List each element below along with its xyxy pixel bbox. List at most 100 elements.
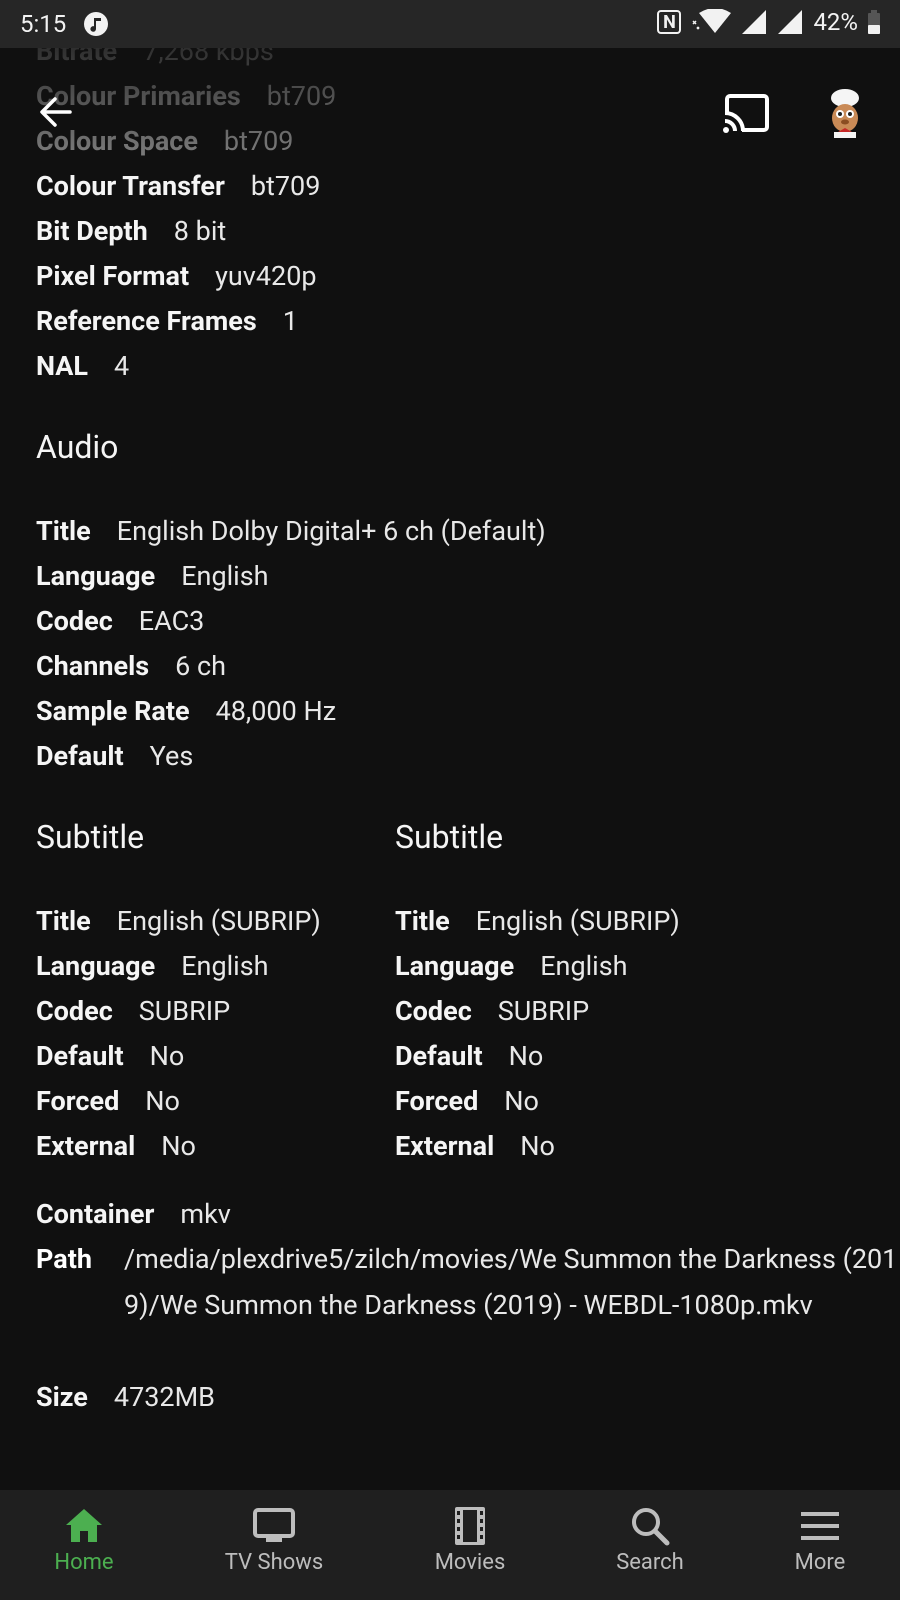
subtitle-2-section-title: Subtitle <box>395 818 504 856</box>
info-row: NAL 4 <box>36 343 129 389</box>
status-bar: 5:15 N 42% <box>0 0 900 48</box>
info-row: Forced No <box>395 1078 539 1124</box>
info-label: Title <box>36 515 91 547</box>
info-value: English <box>540 950 628 982</box>
info-value: English <box>181 560 269 592</box>
info-row: Codec SUBRIP <box>395 988 589 1034</box>
info-row: External No <box>395 1123 555 1169</box>
nav-tv-shows[interactable]: TV Shows <box>194 1490 354 1600</box>
info-value: No <box>161 1130 196 1162</box>
nav-label: More <box>794 1550 846 1575</box>
film-icon <box>455 1507 485 1545</box>
info-value: 1 <box>282 305 298 337</box>
nav-search[interactable]: Search <box>570 1490 730 1600</box>
subtitle-1-section-title: Subtitle <box>36 818 145 856</box>
chef-avatar-icon[interactable] <box>820 88 870 138</box>
info-label: Container <box>36 1198 155 1230</box>
info-row: Language English <box>36 943 269 989</box>
info-row: Forced No <box>36 1078 180 1124</box>
info-label: Channels <box>36 650 150 682</box>
info-row: Codec SUBRIP <box>36 988 230 1034</box>
info-label: Language <box>395 950 515 982</box>
info-label: Size <box>36 1381 88 1413</box>
info-value: 4 <box>114 350 130 382</box>
info-label: Path <box>36 1243 92 1275</box>
nav-label: Home <box>54 1550 114 1575</box>
media-info-content[interactable]: Bitrate7,268 kbpsColour Primariesbt709Co… <box>0 0 900 1490</box>
info-row: Language English <box>36 553 269 599</box>
info-value: SUBRIP <box>138 995 231 1027</box>
app-header <box>0 48 900 178</box>
info-row: Pixel Format yuv420p <box>36 253 317 299</box>
info-value: SUBRIP <box>497 995 590 1027</box>
music-icon <box>84 12 108 36</box>
signal-icon <box>742 10 767 34</box>
info-label: Default <box>36 740 124 772</box>
nav-movies[interactable]: Movies <box>390 1490 550 1600</box>
info-label: Language <box>36 560 156 592</box>
info-row: Default No <box>395 1033 543 1079</box>
nfc-icon: N <box>657 10 682 34</box>
size-row: Size 4732MB <box>36 1374 215 1420</box>
info-value: No <box>520 1130 555 1162</box>
info-value: 6 ch <box>175 650 226 682</box>
audio-section-title: Audio <box>36 428 119 466</box>
status-time: 5:15 <box>20 10 67 38</box>
battery-text: 42% <box>813 8 858 36</box>
info-row: Codec EAC3 <box>36 598 204 644</box>
info-row: Reference Frames 1 <box>36 298 298 344</box>
info-value: No <box>149 1040 185 1072</box>
info-value: No <box>504 1085 539 1117</box>
info-label: Pixel Format <box>36 260 190 292</box>
arrow-left-icon[interactable] <box>36 92 76 132</box>
info-row: Default Yes <box>36 733 193 779</box>
info-row: External No <box>36 1123 196 1169</box>
nav-more[interactable]: More <box>740 1490 900 1600</box>
file-path-value: /media/plexdrive5/zilch/movies/We Summon… <box>124 1243 898 1321</box>
info-value: EAC3 <box>138 605 205 637</box>
info-label: Default <box>395 1040 483 1072</box>
nav-label: Search <box>616 1550 684 1575</box>
info-value: Yes <box>149 740 194 772</box>
info-value: English (SUBRIP) <box>116 905 321 937</box>
info-row: Sample Rate 48,000 Hz <box>36 688 336 734</box>
info-label: Title <box>36 905 91 937</box>
info-value: English <box>181 950 269 982</box>
info-label: Codec <box>36 995 113 1027</box>
info-label: External <box>395 1130 495 1162</box>
info-value: 8 bit <box>173 215 227 247</box>
info-label: Forced <box>36 1085 120 1117</box>
wifi-icon <box>692 9 732 33</box>
info-value: yuv420p <box>215 260 317 292</box>
info-value: 48,000 Hz <box>215 695 337 727</box>
menu-icon <box>801 1512 839 1540</box>
tv-icon <box>253 1508 295 1542</box>
nav-label: Movies <box>434 1550 506 1575</box>
info-value: 4732MB <box>113 1381 215 1413</box>
home-icon <box>66 1509 102 1542</box>
nav-home[interactable]: Home <box>4 1490 164 1600</box>
info-row: Title English (SUBRIP) <box>395 898 680 944</box>
info-value: mkv <box>180 1198 231 1230</box>
info-label: Codec <box>395 995 472 1027</box>
info-value: No <box>508 1040 544 1072</box>
info-row: Channels 6 ch <box>36 643 226 689</box>
info-row: Bit Depth 8 bit <box>36 208 226 254</box>
info-label: Title <box>395 905 450 937</box>
container-row: Container mkv <box>36 1191 231 1237</box>
info-row: Title English (SUBRIP) <box>36 898 321 944</box>
info-value: English (SUBRIP) <box>475 905 680 937</box>
cast-icon[interactable] <box>722 92 772 136</box>
info-label: Reference Frames <box>36 305 257 337</box>
info-label: Sample Rate <box>36 695 190 727</box>
info-row: Title English Dolby Digital+ 6 ch (Defaul… <box>36 508 546 554</box>
nav-label: TV Shows <box>224 1550 324 1575</box>
bottom-navigation: Home TV Shows Movies Search More <box>0 1490 900 1600</box>
info-label: Default <box>36 1040 124 1072</box>
info-label: NAL <box>36 350 89 382</box>
signal-icon <box>778 10 803 34</box>
info-value: No <box>145 1085 180 1117</box>
info-label: Language <box>36 950 156 982</box>
info-value: English Dolby Digital+ 6 ch (Default) <box>116 515 546 547</box>
info-row: Language English <box>395 943 628 989</box>
